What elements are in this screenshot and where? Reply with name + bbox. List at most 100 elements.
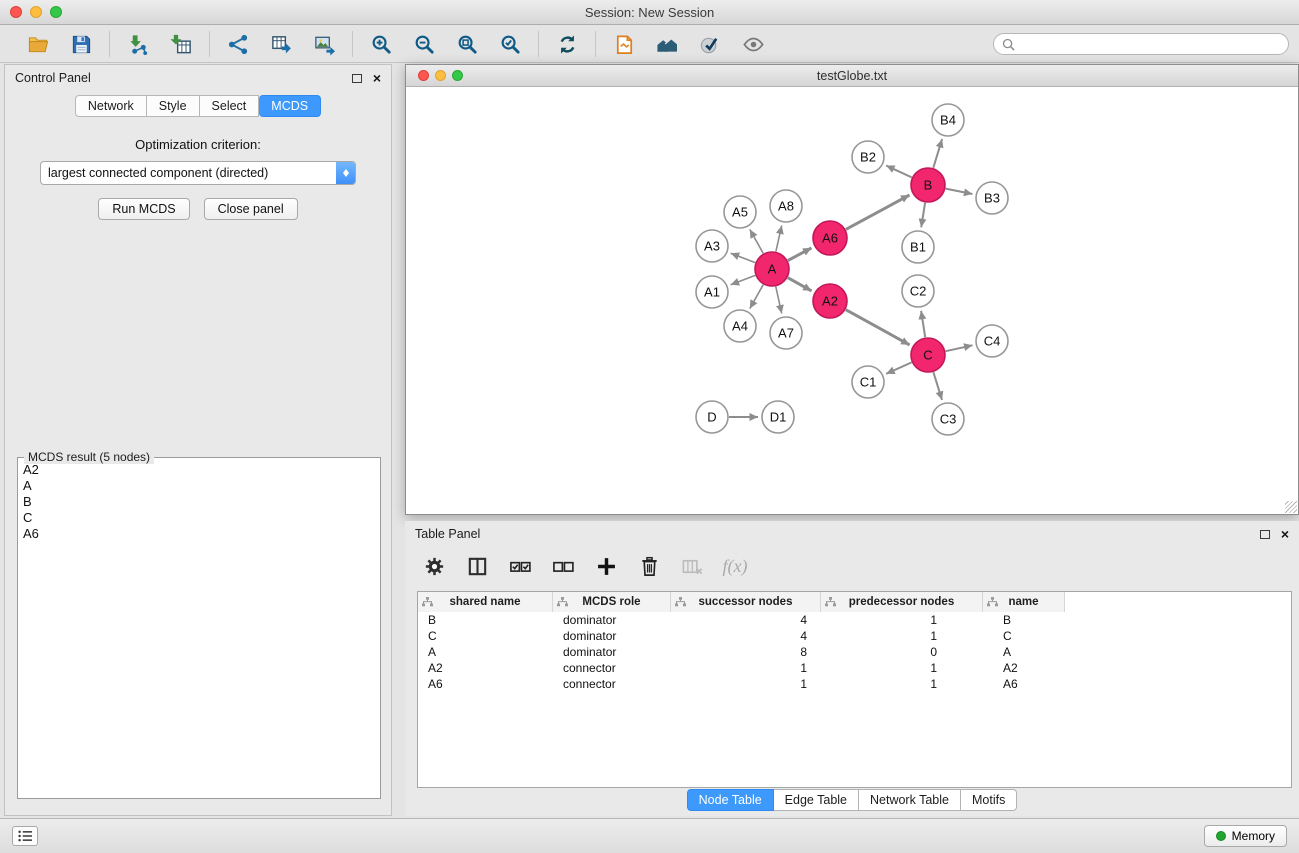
tab-edge-table[interactable]: Edge Table bbox=[774, 789, 859, 811]
graph-edge-A-A8[interactable] bbox=[776, 226, 782, 252]
tab-style[interactable]: Style bbox=[147, 95, 200, 117]
table-row[interactable]: A6connector11A6 bbox=[418, 676, 1291, 692]
graph-node-B2[interactable]: B2 bbox=[852, 141, 884, 173]
mcds-result-item[interactable]: A2 bbox=[23, 462, 375, 478]
graph-edge-B-B3[interactable] bbox=[946, 189, 973, 194]
tab-network[interactable]: Network bbox=[75, 95, 147, 117]
graph-node-A[interactable]: A bbox=[755, 252, 789, 286]
search-box[interactable] bbox=[993, 33, 1289, 55]
float-panel-icon[interactable] bbox=[352, 74, 362, 83]
tab-mcds[interactable]: MCDS bbox=[259, 95, 321, 117]
table-row[interactable]: Cdominator41C bbox=[418, 628, 1291, 644]
column-header-mcds-role[interactable]: MCDS role bbox=[553, 592, 671, 612]
graph-edge-B-B4[interactable] bbox=[933, 139, 942, 168]
memory-button[interactable]: Memory bbox=[1204, 825, 1287, 847]
graph-edge-C-C2[interactable] bbox=[921, 311, 925, 337]
show-panels-button[interactable] bbox=[12, 826, 38, 846]
column-header-successor-nodes[interactable]: successor nodes bbox=[671, 592, 821, 612]
graph-node-B[interactable]: B bbox=[911, 168, 945, 202]
graph-node-C4[interactable]: C4 bbox=[976, 325, 1008, 357]
mcds-result-item[interactable]: C bbox=[23, 510, 375, 526]
graph-node-C2[interactable]: C2 bbox=[902, 275, 934, 307]
tab-network-table[interactable]: Network Table bbox=[859, 789, 961, 811]
function-builder-button[interactable]: f(x) bbox=[722, 553, 748, 579]
graph-edge-A6-B[interactable] bbox=[846, 195, 910, 229]
select-all-rows-button[interactable] bbox=[507, 553, 533, 579]
zoom-selected-button[interactable] bbox=[496, 30, 524, 58]
zoom-network-window-button[interactable] bbox=[452, 70, 463, 81]
table-settings-button[interactable] bbox=[421, 553, 447, 579]
graph-node-D[interactable]: D bbox=[696, 401, 728, 433]
zoom-out-button[interactable] bbox=[410, 30, 438, 58]
close-panel-button[interactable]: Close panel bbox=[204, 198, 298, 220]
mcds-result-item[interactable]: A6 bbox=[23, 526, 375, 542]
float-table-panel-icon[interactable] bbox=[1260, 530, 1270, 539]
graph-node-C3[interactable]: C3 bbox=[932, 403, 964, 435]
graph-edge-B-B1[interactable] bbox=[921, 203, 925, 228]
minimize-network-window-button[interactable] bbox=[435, 70, 446, 81]
export-image-button[interactable] bbox=[310, 30, 338, 58]
mcds-result-item[interactable]: A bbox=[23, 478, 375, 494]
add-row-button[interactable] bbox=[593, 553, 619, 579]
graph-edge-C-C3[interactable] bbox=[933, 372, 942, 400]
graph-node-B1[interactable]: B1 bbox=[902, 231, 934, 263]
graph-node-D1[interactable]: D1 bbox=[762, 401, 794, 433]
graph-node-A7[interactable]: A7 bbox=[770, 317, 802, 349]
graph-node-B4[interactable]: B4 bbox=[932, 104, 964, 136]
tab-motifs[interactable]: Motifs bbox=[961, 789, 1017, 811]
graph-node-A3[interactable]: A3 bbox=[696, 230, 728, 262]
graph-edge-A-A4[interactable] bbox=[750, 285, 763, 309]
graph-edge-A-A2[interactable] bbox=[788, 278, 812, 291]
network-canvas[interactable]: B4B2BB3A5A8A6A3B1AC2A1A2A4A7C4CC1C3DD1 bbox=[407, 88, 1297, 513]
close-panel-icon[interactable]: × bbox=[373, 71, 381, 85]
graph-edge-C-C1[interactable] bbox=[886, 362, 911, 373]
graph-edge-A-A7[interactable] bbox=[776, 287, 782, 314]
graph-node-A4[interactable]: A4 bbox=[724, 310, 756, 342]
run-mcds-button[interactable]: Run MCDS bbox=[98, 198, 189, 220]
save-session-button[interactable] bbox=[67, 30, 95, 58]
close-table-panel-icon[interactable]: × bbox=[1281, 527, 1289, 541]
resize-grip-icon[interactable] bbox=[1285, 501, 1297, 513]
graph-edge-C-C4[interactable] bbox=[946, 345, 973, 351]
manage-columns-button[interactable] bbox=[464, 553, 490, 579]
column-header-shared-name[interactable]: shared name bbox=[418, 592, 553, 612]
graph-edge-A-A6[interactable] bbox=[788, 248, 812, 261]
close-network-window-button[interactable] bbox=[418, 70, 429, 81]
mcds-result-item[interactable]: B bbox=[23, 494, 375, 510]
open-session-button[interactable] bbox=[24, 30, 52, 58]
table-row[interactable]: Bdominator41B bbox=[418, 612, 1291, 628]
graph-edge-B-B2[interactable] bbox=[886, 166, 912, 178]
apply-style-button[interactable] bbox=[696, 30, 724, 58]
zoom-window-button[interactable] bbox=[50, 6, 62, 18]
new-network-button[interactable] bbox=[224, 30, 252, 58]
deselect-all-rows-button[interactable] bbox=[550, 553, 576, 579]
delete-columns-button[interactable] bbox=[679, 553, 705, 579]
search-input[interactable] bbox=[1020, 37, 1280, 51]
delete-rows-button[interactable] bbox=[636, 553, 662, 579]
zoom-fit-button[interactable] bbox=[453, 30, 481, 58]
network-window-titlebar[interactable]: testGlobe.txt bbox=[406, 65, 1298, 87]
graph-node-A1[interactable]: A1 bbox=[696, 276, 728, 308]
graph-node-A6[interactable]: A6 bbox=[813, 221, 847, 255]
graph-node-C1[interactable]: C1 bbox=[852, 366, 884, 398]
optimization-criterion-select[interactable]: largest connected component (directed) bbox=[40, 161, 356, 185]
graph-edge-A-A5[interactable] bbox=[750, 229, 763, 253]
import-table-from-file-button[interactable] bbox=[167, 30, 195, 58]
table-row[interactable]: Adominator80A bbox=[418, 644, 1291, 660]
show-hide-graphics-button[interactable] bbox=[739, 30, 767, 58]
import-network-from-file-button[interactable] bbox=[124, 30, 152, 58]
network-from-clipboard-button[interactable] bbox=[610, 30, 638, 58]
refresh-view-button[interactable] bbox=[553, 30, 581, 58]
graph-node-A2[interactable]: A2 bbox=[813, 284, 847, 318]
graph-node-B3[interactable]: B3 bbox=[976, 182, 1008, 214]
graph-edge-A-A1[interactable] bbox=[731, 275, 756, 284]
graph-node-A5[interactable]: A5 bbox=[724, 196, 756, 228]
zoom-in-button[interactable] bbox=[367, 30, 395, 58]
graph-edge-A2-C[interactable] bbox=[846, 310, 910, 345]
close-window-button[interactable] bbox=[10, 6, 22, 18]
table-row[interactable]: A2connector11A2 bbox=[418, 660, 1291, 676]
tab-select[interactable]: Select bbox=[200, 95, 260, 117]
home-button[interactable] bbox=[653, 30, 681, 58]
export-network-button[interactable] bbox=[267, 30, 295, 58]
minimize-window-button[interactable] bbox=[30, 6, 42, 18]
